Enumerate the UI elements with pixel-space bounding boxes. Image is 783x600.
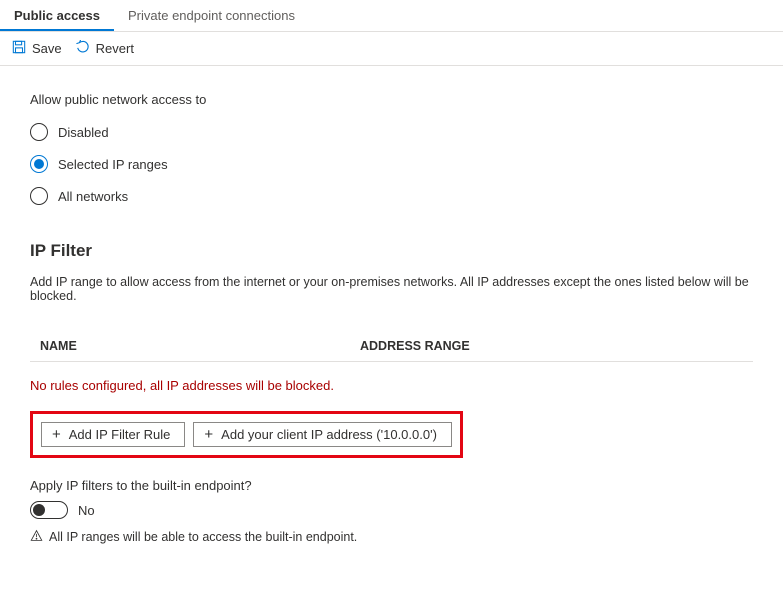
tab-private-endpoint[interactable]: Private endpoint connections	[114, 0, 309, 31]
revert-button[interactable]: Revert	[76, 40, 134, 57]
column-address-range: ADDRESS RANGE	[360, 339, 743, 353]
highlight-box: + Add IP Filter Rule + Add your client I…	[30, 411, 463, 458]
undo-icon	[76, 40, 90, 57]
apply-builtin-label: Apply IP filters to the built-in endpoin…	[30, 478, 753, 493]
radio-selected-ip[interactable]: Selected IP ranges	[30, 155, 753, 173]
add-ip-filter-rule-button[interactable]: + Add IP Filter Rule	[41, 422, 185, 447]
no-rules-message: No rules configured, all IP addresses wi…	[30, 378, 753, 393]
save-icon	[12, 40, 26, 57]
radio-disabled[interactable]: Disabled	[30, 123, 753, 141]
apply-builtin-toggle[interactable]	[30, 501, 68, 519]
radio-icon	[30, 187, 48, 205]
toggle-value-label: No	[78, 503, 95, 518]
ip-filter-table-header: NAME ADDRESS RANGE	[30, 331, 753, 362]
radio-icon	[30, 123, 48, 141]
info-text: All IP ranges will be able to access the…	[49, 530, 357, 544]
radio-icon	[30, 155, 48, 173]
network-access-radio-group: Disabled Selected IP ranges All networks	[30, 123, 753, 205]
info-row: All IP ranges will be able to access the…	[30, 529, 753, 545]
toolbar: Save Revert	[0, 32, 783, 66]
add-client-ip-label: Add your client IP address ('10.0.0.0')	[221, 427, 437, 442]
radio-label: Disabled	[58, 125, 109, 140]
save-button[interactable]: Save	[12, 40, 62, 57]
ip-filter-heading: IP Filter	[30, 241, 753, 261]
radio-label: All networks	[58, 189, 128, 204]
plus-icon: +	[52, 427, 61, 442]
toggle-knob	[33, 504, 45, 516]
ip-filter-description: Add IP range to allow access from the in…	[30, 275, 753, 303]
network-access-label: Allow public network access to	[30, 92, 753, 107]
apply-builtin-toggle-row: No	[30, 501, 753, 519]
revert-label: Revert	[96, 41, 134, 56]
add-ip-filter-rule-label: Add IP Filter Rule	[69, 427, 171, 442]
save-label: Save	[32, 41, 62, 56]
add-client-ip-button[interactable]: + Add your client IP address ('10.0.0.0'…	[193, 422, 452, 447]
radio-label: Selected IP ranges	[58, 157, 168, 172]
tab-public-access[interactable]: Public access	[0, 0, 114, 31]
plus-icon: +	[204, 427, 213, 442]
warning-icon	[30, 529, 43, 545]
column-name: NAME	[40, 339, 360, 353]
radio-all-networks[interactable]: All networks	[30, 187, 753, 205]
tab-bar: Public access Private endpoint connectio…	[0, 0, 783, 32]
